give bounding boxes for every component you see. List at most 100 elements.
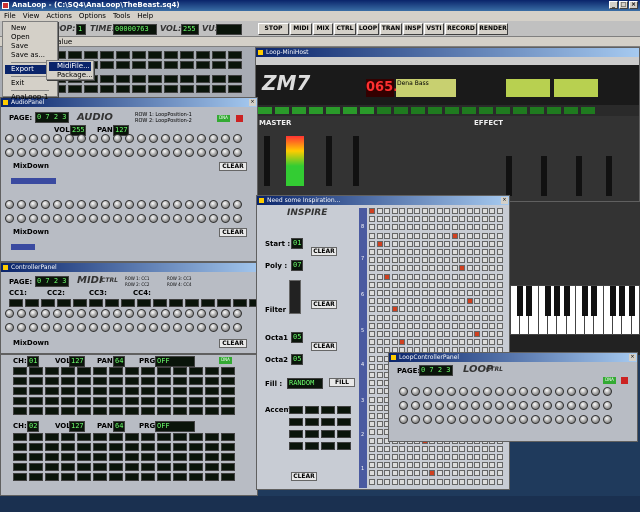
step-display[interactable]: [205, 473, 219, 481]
knob[interactable]: [221, 214, 230, 223]
grid-cell[interactable]: [421, 224, 428, 231]
grid-cell[interactable]: [414, 470, 420, 477]
grid-cell[interactable]: [496, 306, 503, 313]
step-display[interactable]: [68, 85, 82, 93]
knob[interactable]: [471, 401, 480, 410]
step-display[interactable]: [29, 473, 43, 481]
grid-cell[interactable]: [489, 257, 495, 264]
grid-cell[interactable]: [369, 363, 375, 370]
grid-cell[interactable]: [429, 281, 435, 288]
knob[interactable]: [161, 134, 170, 143]
grid-cell[interactable]: [391, 331, 398, 337]
step-display[interactable]: [337, 406, 351, 414]
step-display[interactable]: [45, 387, 59, 395]
grid-cell[interactable]: [459, 240, 465, 247]
grid-cell[interactable]: [406, 290, 413, 296]
knob[interactable]: [53, 200, 62, 209]
grid-cell[interactable]: [376, 429, 383, 436]
grid-cell[interactable]: [399, 281, 405, 288]
knob[interactable]: [221, 323, 230, 332]
step-display[interactable]: [13, 473, 27, 481]
grid-cell[interactable]: [489, 314, 495, 321]
knob[interactable]: [65, 148, 74, 157]
knob[interactable]: [29, 214, 38, 223]
grid-cell[interactable]: [406, 462, 413, 469]
grid-cell[interactable]: [399, 240, 405, 247]
grid-cell[interactable]: [481, 273, 488, 280]
step-display[interactable]: [29, 377, 43, 385]
step-display[interactable]: [228, 85, 242, 93]
step-display[interactable]: [45, 443, 59, 451]
grid-cell[interactable]: [399, 454, 405, 460]
grid-cell[interactable]: [376, 470, 383, 477]
step-display[interactable]: [221, 407, 235, 415]
grid-cell[interactable]: [369, 470, 375, 477]
grid-cell[interactable]: [451, 216, 458, 223]
knob[interactable]: [161, 323, 170, 332]
knob[interactable]: [53, 309, 62, 318]
grid-cell[interactable]: [384, 216, 390, 223]
grid-cell[interactable]: [474, 257, 480, 264]
step-display[interactable]: [93, 473, 107, 481]
step-display[interactable]: [221, 453, 235, 461]
menu-view[interactable]: View: [23, 11, 40, 21]
step-display[interactable]: [164, 51, 178, 59]
step-display[interactable]: [141, 473, 155, 481]
grid-cell[interactable]: [489, 265, 495, 272]
step-display[interactable]: [9, 299, 23, 307]
step-display[interactable]: [221, 473, 235, 481]
knob[interactable]: [17, 309, 26, 318]
knob[interactable]: [221, 134, 230, 143]
grid-cell[interactable]: [436, 298, 443, 305]
close-icon[interactable]: ×: [249, 99, 256, 106]
grid-cell[interactable]: [436, 290, 443, 296]
step-display[interactable]: [132, 75, 146, 83]
grid-cell[interactable]: [414, 331, 420, 337]
knob[interactable]: [89, 134, 98, 143]
knob[interactable]: [435, 387, 444, 396]
step-display[interactable]: [189, 473, 203, 481]
step-display[interactable]: [141, 407, 155, 415]
step-display[interactable]: [337, 418, 351, 426]
knob[interactable]: [531, 401, 540, 410]
knob[interactable]: [173, 134, 182, 143]
grid-cell[interactable]: [369, 232, 375, 239]
step-display[interactable]: [41, 299, 55, 307]
knob[interactable]: [173, 148, 182, 157]
grid-cell[interactable]: [384, 249, 390, 255]
grid-cell[interactable]: [421, 331, 428, 337]
step-display[interactable]: [77, 377, 91, 385]
grid-cell[interactable]: [376, 388, 383, 395]
synth-button[interactable]: [292, 107, 306, 114]
knob[interactable]: [233, 309, 242, 318]
knob[interactable]: [221, 200, 230, 209]
grid-cell[interactable]: [406, 331, 413, 337]
knob[interactable]: [579, 387, 588, 396]
step-display[interactable]: [321, 442, 335, 450]
grid-cell[interactable]: [459, 224, 465, 231]
grid-cell[interactable]: [474, 298, 480, 305]
grid-cell[interactable]: [436, 216, 443, 223]
grid-cell[interactable]: [391, 281, 398, 288]
grid-cell[interactable]: [369, 478, 375, 485]
grid-cell[interactable]: [466, 322, 473, 329]
grid-cell[interactable]: [421, 208, 428, 214]
knob[interactable]: [209, 134, 218, 143]
grid-cell[interactable]: [369, 355, 375, 362]
grid-cell[interactable]: [451, 249, 458, 255]
grid-cell[interactable]: [391, 478, 398, 485]
grid-cell[interactable]: [466, 306, 473, 313]
grid-cell[interactable]: [376, 306, 383, 313]
grid-cell[interactable]: [399, 232, 405, 239]
grid-cell[interactable]: [481, 208, 488, 214]
grid-cell[interactable]: [399, 249, 405, 255]
step-display[interactable]: [25, 299, 39, 307]
grid-cell[interactable]: [489, 208, 495, 214]
synth-button[interactable]: [275, 107, 289, 114]
step-display[interactable]: [109, 473, 123, 481]
grid-cell[interactable]: [481, 232, 488, 239]
step-display[interactable]: [180, 61, 194, 69]
step-display[interactable]: [305, 430, 319, 438]
knob[interactable]: [555, 401, 564, 410]
knob[interactable]: [125, 134, 134, 143]
